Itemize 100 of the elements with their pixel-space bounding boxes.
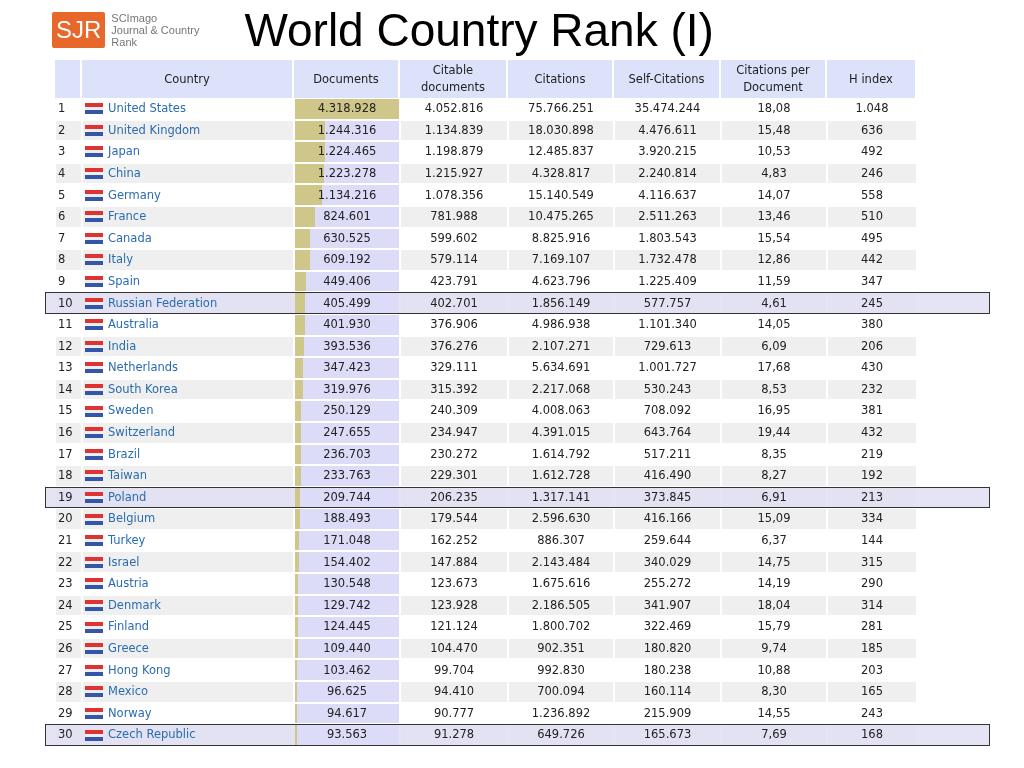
flag-icon (85, 686, 103, 698)
documents-value: 94.617 (326, 704, 368, 722)
table-row[interactable]: 26 Greece 109.440 104.470 902.351 180.820 9,74 185 (45, 637, 990, 660)
table-cell: 179.544 (401, 509, 507, 529)
country-link[interactable]: Germany (108, 186, 161, 204)
table-cell: 510 (828, 206, 916, 227)
table-cell: 206 (828, 336, 916, 357)
table-row[interactable]: 9 Spain 449.406 423.791 4.623.796 1.225.409 11,59 347 (45, 270, 990, 293)
country-link[interactable]: Netherlands (108, 359, 179, 377)
table-row[interactable]: 12 India 393.536 376.276 2.107.271 729.613 6,09 206 (45, 335, 990, 358)
table-cell: 729.613 (615, 336, 720, 357)
table-row[interactable]: 2 United Kingdom 1.244.316 1.134.839 18.030.898 4.476.611 15,48 636 (45, 119, 990, 142)
table-row[interactable]: 11 Australia 401.930 376.906 4.986.938 1.101.340 14,05 380 (45, 313, 990, 336)
country-link[interactable]: Japan (108, 143, 141, 161)
country-link[interactable]: Canada (108, 229, 152, 247)
table-row[interactable]: 30 Czech Republic 93.563 91.278 649.726 165.673 7,69 168 (45, 724, 990, 746)
table-cell: 94.410 (401, 682, 507, 702)
table-row[interactable]: 17 Brazil 236.703 230.272 1.614.792 517.211 8,35 219 (45, 443, 990, 466)
table-cell: 2.107.271 (509, 336, 613, 357)
column-header[interactable]: Country (82, 60, 292, 98)
table-cell: 2.217.068 (509, 379, 613, 400)
table-row[interactable]: 20 Belgium 188.493 179.544 2.596.630 416.166 15,09 334 (45, 508, 990, 530)
table-row[interactable]: 25 Finland 124.445 121.124 1.800.702 322.469 15,79 281 (45, 616, 990, 638)
country-link[interactable]: Sweden (108, 402, 154, 420)
table-row[interactable]: 27 Hong Kong 103.462 99.704 992.830 180.238 10,88 203 (45, 659, 990, 682)
flag-icon (85, 427, 103, 439)
country-link[interactable]: France (108, 208, 147, 226)
table-row[interactable]: 13 Netherlands 347.423 329.111 5.634.691 1.001.727 17,68 430 (45, 357, 990, 379)
table-cell: 1.134.839 (401, 120, 507, 141)
documents-value: 4.318.928 (317, 100, 377, 118)
documents-value: 236.703 (323, 445, 371, 463)
table-cell: 8,30 (722, 682, 826, 702)
table-row[interactable]: 15 Sweden 250.129 240.309 4.008.063 708.092 16,95 381 (45, 400, 990, 422)
column-header[interactable]: Citations (508, 60, 612, 98)
table-cell: 8,53 (722, 379, 826, 400)
country-link[interactable]: Czech Republic (108, 726, 196, 744)
table-cell: 1.612.728 (509, 466, 613, 486)
country-link[interactable]: Austria (108, 575, 149, 593)
table-cell: 6,09 (722, 336, 826, 357)
table-cell: 315.392 (401, 379, 507, 400)
country-link[interactable]: Finland (108, 618, 150, 636)
country-link[interactable]: Greece (108, 640, 149, 658)
logo-mark: SJR (52, 12, 106, 48)
flag-icon (85, 707, 103, 719)
country-link[interactable]: Russian Federation (108, 294, 218, 312)
table-row[interactable]: 28 Mexico 96.625 94.410 700.094 160.114 8,30 165 (45, 681, 990, 703)
country-link[interactable]: Australia (108, 316, 159, 334)
table-row[interactable]: 6 France 824.601 781.988 10.475.265 2.511.263 13,46 510 (45, 205, 990, 228)
table-row[interactable]: 14 South Korea 319.976 315.392 2.217.068 530.243 8,53 232 (45, 378, 990, 401)
country-link[interactable]: China (108, 164, 141, 183)
table-row[interactable]: 18 Taiwan 233.763 229.301 1.612.728 416.490 8,27 192 (45, 465, 990, 487)
column-header[interactable]: H index (827, 60, 915, 98)
table-row[interactable]: 21 Turkey 171.048 162.252 886.307 259.644 6,37 144 (45, 529, 990, 552)
country-link[interactable]: Turkey (108, 532, 146, 550)
table-cell: 340.029 (615, 552, 720, 573)
table-row[interactable]: 1 United States 4.318.928 4.052.816 75.766.251 35.474.244 18,08 1.048 (45, 98, 990, 120)
table-row[interactable]: 24 Denmark 129.742 123.928 2.186.505 341.907 18,04 314 (45, 594, 990, 617)
documents-value: 1.244.316 (317, 121, 377, 139)
table-row[interactable]: 10 Russian Federation 405.499 402.701 1.856.149 577.757 4,61 245 (45, 292, 990, 314)
rank-cell: 22 (56, 552, 81, 573)
table-cell: 246 (828, 163, 916, 184)
table-cell: 700.094 (509, 682, 613, 702)
column-header[interactable]: Citable documents (400, 60, 506, 98)
flag-icon (85, 384, 103, 395)
country-link[interactable]: Mexico (108, 683, 149, 701)
table-cell: 1.215.927 (401, 163, 507, 184)
table-row[interactable]: 8 Italy 609.192 579.114 7.169.107 1.732.478 12,86 442 (45, 249, 990, 271)
table-row[interactable]: 19 Poland 209.744 206.235 1.317.141 373.845 6,91 213 (45, 486, 990, 509)
documents-value: 1.224.465 (317, 143, 377, 161)
country-link[interactable]: United States (108, 100, 186, 118)
table-cell: 147.884 (401, 552, 507, 573)
rank-cell: 2 (56, 120, 81, 141)
country-link[interactable]: Norway (108, 704, 152, 723)
table-row[interactable]: 5 Germany 1.134.216 1.078.356 15.140.549 4.116.637 14,07 558 (45, 184, 990, 206)
country-link[interactable]: Brazil (108, 445, 141, 463)
table-cell: 442 (828, 250, 916, 270)
column-header[interactable]: Self-Citations (614, 60, 719, 98)
country-link[interactable]: Hong Kong (108, 661, 171, 679)
table-row[interactable]: 16 Switzerland 247.655 234.947 4.391.015 643.764 19,44 432 (45, 421, 990, 444)
country-link[interactable]: Taiwan (108, 467, 148, 485)
table-cell: 14,75 (722, 552, 826, 573)
country-link[interactable]: Israel (108, 553, 140, 571)
table-row[interactable]: 23 Austria 130.548 123.673 1.675.616 255.272 14,19 290 (45, 573, 990, 595)
table-row[interactable]: 3 Japan 1.224.465 1.198.879 12.485.837 3.920.215 10,53 492 (45, 141, 990, 163)
column-header[interactable]: Citations per Document (721, 60, 825, 98)
table-row[interactable]: 7 Canada 630.525 599.602 8.825.916 1.803.543 15,54 495 (45, 227, 990, 250)
flag-icon (85, 621, 103, 633)
country-link[interactable]: Spain (108, 272, 141, 291)
table-row[interactable]: 4 China 1.223.278 1.215.927 4.328.817 2.240.814 4,83 246 (45, 162, 990, 185)
country-link[interactable]: India (108, 337, 137, 355)
table-row[interactable]: 29 Norway 94.617 90.777 1.236.892 215.909 14,55 243 (45, 702, 990, 725)
flag-icon (85, 643, 103, 655)
flag-icon (85, 103, 103, 115)
table-cell: 2.596.630 (509, 509, 613, 529)
country-link[interactable]: Italy (108, 251, 133, 269)
table-cell: 315 (828, 552, 916, 573)
table-cell: 902.351 (509, 638, 613, 659)
column-header[interactable]: Documents (294, 60, 398, 98)
table-row[interactable]: 22 Israel 154.402 147.884 2.143.484 340.029 14,75 315 (45, 551, 990, 574)
country-link[interactable]: Poland (108, 488, 147, 507)
